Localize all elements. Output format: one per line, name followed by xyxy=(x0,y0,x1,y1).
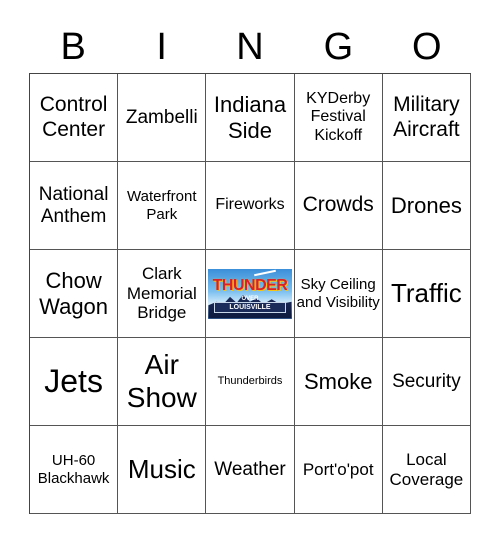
logo-title: THUNDER xyxy=(212,276,288,294)
header-letter-i: I xyxy=(156,26,167,68)
bingo-cell[interactable]: Zambelli xyxy=(118,74,207,162)
bingo-cell[interactable]: Thunderbirds xyxy=(206,338,295,426)
bingo-cell[interactable]: Security xyxy=(382,338,471,426)
bingo-cell[interactable]: Smoke xyxy=(294,338,383,426)
bingo-cell[interactable]: Port'o'pot xyxy=(294,426,383,514)
bingo-cell[interactable]: Indiana Side xyxy=(206,74,295,162)
header-letter-b: B xyxy=(60,26,86,68)
bingo-cell[interactable]: Military Aircraft xyxy=(382,74,471,162)
bingo-cell[interactable]: Clark Memorial Bridge xyxy=(118,250,207,338)
bingo-cell[interactable]: Traffic xyxy=(382,250,471,338)
bingo-cell[interactable]: Crowds xyxy=(294,162,383,250)
bingo-cell[interactable]: Fireworks xyxy=(206,162,295,250)
bingo-cell[interactable]: Jets xyxy=(30,338,119,426)
bingo-board: Control Center Zambelli Indiana Side KYD… xyxy=(29,73,471,514)
bingo-cell[interactable]: Music xyxy=(118,426,207,514)
logo-city: LOUISVILLE xyxy=(214,301,286,313)
thunder-over-louisville-logo: THUNDER OVER LOUISVILLE xyxy=(208,268,292,319)
bingo-cell[interactable]: Sky Ceiling and Visibility xyxy=(294,250,383,338)
bingo-cell[interactable]: Chow Wagon xyxy=(30,250,119,338)
bingo-cell[interactable]: Control Center xyxy=(30,74,119,162)
bingo-cell[interactable]: Drones xyxy=(382,162,471,250)
bingo-cell[interactable]: KYDerby Festival Kickoff xyxy=(294,74,383,162)
header-letter-n: N xyxy=(236,26,264,68)
bingo-cell[interactable]: Air Show xyxy=(118,338,207,426)
bingo-cell[interactable]: National Anthem xyxy=(30,162,119,250)
bingo-header: B I N G O xyxy=(29,22,471,72)
jet-icon xyxy=(253,269,276,276)
bingo-cell[interactable]: Weather xyxy=(206,426,295,514)
bingo-cell[interactable]: Local Coverage xyxy=(382,426,471,514)
header-letter-g: G xyxy=(323,26,354,68)
header-letter-o: O xyxy=(412,26,442,68)
bingo-cell[interactable]: Waterfront Park xyxy=(118,162,207,250)
bingo-cell[interactable]: UH-60 Blackhawk xyxy=(30,426,119,514)
free-space-cell[interactable]: THUNDER OVER LOUISVILLE xyxy=(206,250,295,338)
